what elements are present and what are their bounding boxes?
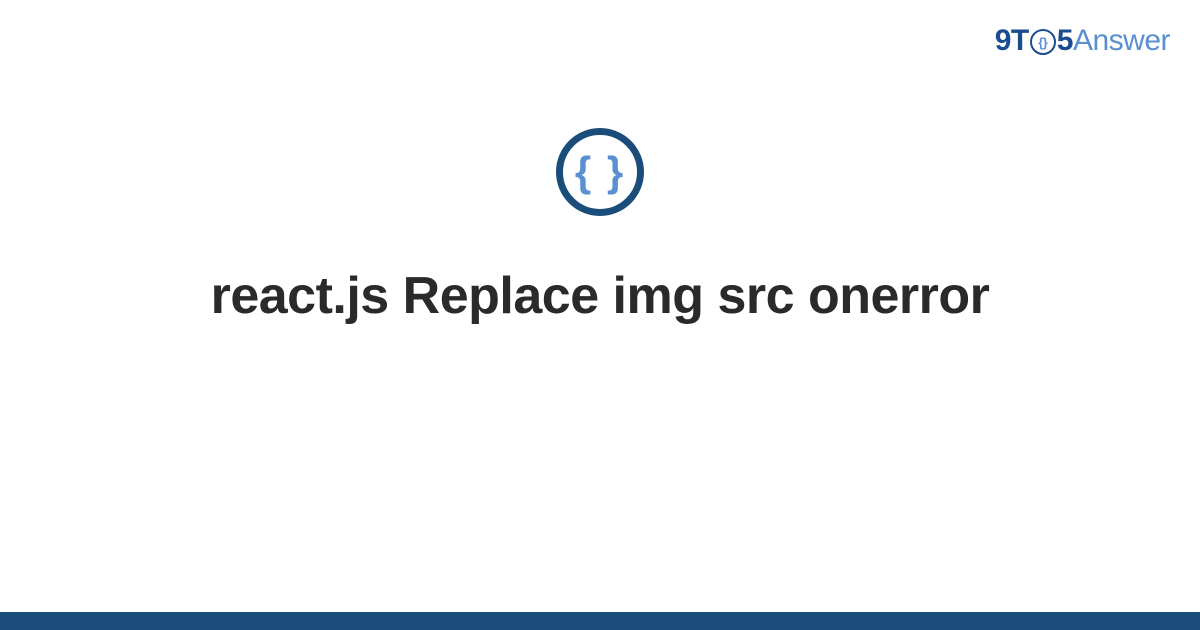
logo-text-5: 5	[1057, 24, 1073, 58]
site-logo: 9T {} 5 Answer	[995, 24, 1170, 58]
curly-braces-icon: { }	[575, 148, 625, 196]
main-content: { } react.js Replace img src onerror	[0, 128, 1200, 326]
logo-circle-glyph: {}	[1038, 36, 1047, 49]
logo-text-answer: Answer	[1073, 24, 1170, 58]
page-title: react.js Replace img src onerror	[211, 266, 990, 326]
category-icon-circle: { }	[556, 128, 644, 216]
logo-text-9t: 9T	[995, 24, 1029, 58]
logo-circle-icon: {}	[1030, 29, 1056, 55]
bottom-accent-bar	[0, 612, 1200, 630]
